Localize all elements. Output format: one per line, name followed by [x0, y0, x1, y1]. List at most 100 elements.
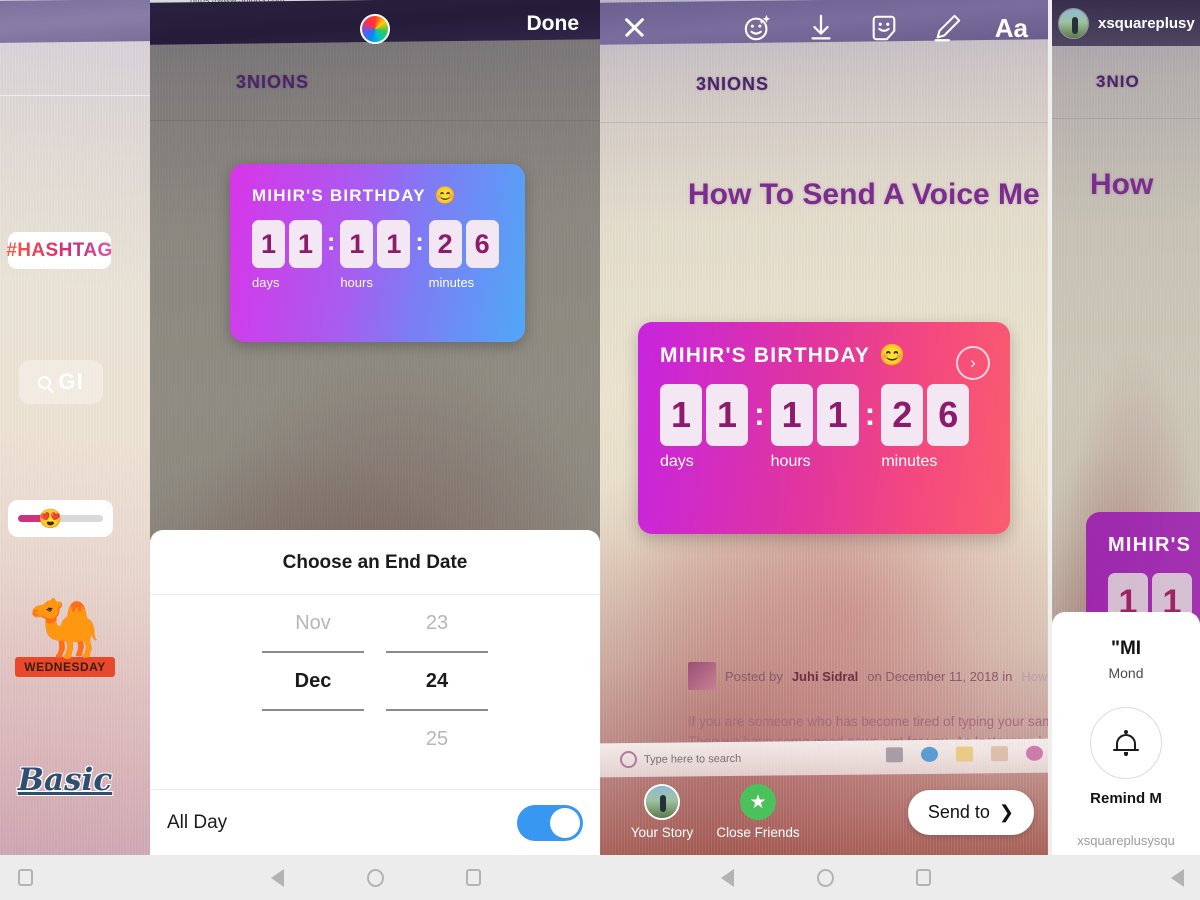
bell-icon: [1113, 730, 1139, 756]
all-day-toggle[interactable]: [517, 804, 583, 841]
taskview-icon: [885, 747, 903, 763]
divider: [150, 120, 600, 121]
site-logo: 3NIO: [1096, 72, 1140, 91]
countdown-title-row: MIHIR'S: [1108, 534, 1200, 557]
edge-icon: [920, 746, 938, 762]
countdown-sticker[interactable]: MIHIR'S BIRTHDAY 😊 1 1 days : 1 1 hours …: [230, 164, 525, 342]
countdown-group-hours: 1 1 hours: [770, 384, 859, 471]
tray-scrim: [0, 0, 150, 855]
countdown-group-days: 1 1 days: [252, 220, 322, 290]
digit: 2: [428, 220, 462, 268]
sticker-basic-label: Basic: [17, 762, 113, 798]
unit-label: days: [252, 275, 280, 290]
page-heading: How To Send A Voice Me: [688, 178, 1040, 211]
share-bar: Your Story ★ Close Friends Send to ❯: [600, 769, 1048, 855]
destination-close-friends[interactable]: ★ Close Friends: [710, 784, 806, 840]
sheet-username: xsquareplusysqu: [1077, 833, 1175, 848]
face-sparkles-icon[interactable]: [743, 13, 773, 43]
explorer-icon: [955, 746, 973, 762]
taskbar-icons: [885, 745, 1043, 763]
recents-icon: [915, 869, 931, 886]
digit: 1: [289, 220, 322, 268]
month-option-prev[interactable]: Nov: [262, 595, 364, 651]
panel-reminder-view: xsquareplusy 3NIO How MIHIR'S 1 1 days: [1052, 0, 1200, 855]
countdown-sticker[interactable]: MIHIR'S BIRTHDAY 😊 › 1 1 days : 1 1 hour…: [638, 322, 1010, 534]
divider: [1052, 118, 1200, 119]
countdown-group-minutes: 2 6 minutes: [428, 220, 499, 290]
home-icon: [816, 868, 834, 887]
avatar: [644, 784, 680, 820]
send-to-button[interactable]: Send to ❯: [907, 789, 1034, 835]
reminder-subtitle: Mond: [1108, 665, 1144, 681]
reminder-title: "MI: [1110, 638, 1142, 659]
minutes-boxes: 2 6: [881, 384, 970, 446]
back-button[interactable]: [707, 855, 747, 900]
recents-button[interactable]: [453, 855, 493, 900]
app-icon: [1025, 745, 1043, 761]
day-option-prev[interactable]: 23: [386, 595, 488, 651]
sticker-basic[interactable]: Basic: [10, 762, 120, 798]
avatar[interactable]: [1058, 7, 1089, 39]
digit: 1: [706, 384, 748, 446]
pen-icon[interactable]: [932, 13, 962, 43]
all-day-row: All Day: [150, 789, 600, 855]
recents-button[interactable]: [5, 855, 45, 900]
back-button[interactable]: [1157, 855, 1197, 900]
home-button[interactable]: [355, 855, 395, 900]
smiley-emoji: 😊: [879, 344, 907, 367]
text-tool-icon[interactable]: Aa: [995, 13, 1028, 43]
month-option-selected[interactable]: Dec: [262, 653, 364, 709]
slider-track[interactable]: 😍: [18, 509, 103, 530]
back-button[interactable]: [257, 855, 297, 900]
destination-your-story[interactable]: Your Story: [614, 784, 710, 840]
minutes-boxes: 2 6: [428, 220, 499, 268]
month-wheel[interactable]: Nov Dec: [262, 595, 364, 795]
remind-me-button[interactable]: [1090, 707, 1162, 779]
star-icon: ★: [740, 784, 776, 820]
chevron-right-icon: ❯: [998, 801, 1014, 822]
sticker-gif-search[interactable]: GI: [19, 360, 103, 404]
day-option-next[interactable]: 25: [386, 711, 488, 767]
digit: 6: [927, 384, 970, 446]
picker-line: [262, 709, 364, 711]
reminder-sheet: "MI Mond Remind M xsquareplusysqu: [1052, 612, 1200, 855]
recents-button[interactable]: [903, 855, 943, 900]
day-option-selected[interactable]: 24: [386, 653, 488, 709]
digit: 1: [252, 220, 285, 268]
done-button[interactable]: Done: [527, 12, 580, 36]
panel-sticker-tray: #HASHTAG GI 😍 🐪 WEDNESDAY Basic: [0, 0, 150, 855]
chevron-right-icon[interactable]: ›: [956, 346, 990, 380]
day-wheel[interactable]: 23 24 25: [386, 595, 488, 795]
sticker-emoji-slider[interactable]: 😍: [8, 500, 113, 537]
sticker-hashtag-label: #HASHTAG: [6, 239, 113, 261]
date-picker[interactable]: Nov Dec 23 24 25: [150, 595, 600, 795]
countdown-title-row[interactable]: MIHIR'S BIRTHDAY 😊: [660, 344, 988, 368]
download-icon[interactable]: [806, 13, 836, 43]
home-icon: [366, 868, 384, 887]
post-body-line: If you are someone who has become tired …: [688, 714, 1048, 729]
sticker-smiley-icon[interactable]: [869, 13, 899, 43]
colon-separator: :: [754, 396, 765, 432]
close-icon[interactable]: [620, 13, 650, 43]
digit: 2: [881, 384, 924, 446]
sticker-hashtag[interactable]: #HASHTAG: [6, 232, 113, 269]
colon-separator: :: [327, 228, 336, 256]
countdown-title-row[interactable]: MIHIR'S BIRTHDAY 😊: [252, 186, 503, 206]
post-prefix: Posted by: [725, 668, 783, 684]
sticker-hump-day[interactable]: 🐪 WEDNESDAY: [10, 600, 120, 677]
cortana-icon: [619, 750, 637, 769]
panel-countdown-editor: https://www.3nions.com 3NIONS ce Me Done…: [150, 0, 600, 855]
toolbar-icon-group: Aa: [743, 13, 1028, 43]
send-to-label: Send to: [927, 801, 990, 822]
digit: 1: [340, 220, 374, 268]
screenshot-stage: #HASHTAG GI 😍 🐪 WEDNESDAY Basic 3NIONS D…: [0, 0, 1200, 900]
color-wheel-icon[interactable]: [360, 14, 390, 44]
username-label[interactable]: xsquareplusy: [1098, 15, 1195, 32]
home-button[interactable]: [805, 855, 845, 900]
countdown-title: MIHIR'S: [1108, 534, 1192, 556]
countdown-title: MIHIR'S BIRTHDAY: [660, 344, 871, 367]
end-date-sheet: Choose an End Date Nov Dec 23 24 25 All …: [150, 530, 600, 855]
countdown-group-days: 1 1 days: [660, 384, 748, 471]
days-boxes: 1 1: [660, 384, 748, 446]
toggle-knob: [550, 807, 580, 838]
